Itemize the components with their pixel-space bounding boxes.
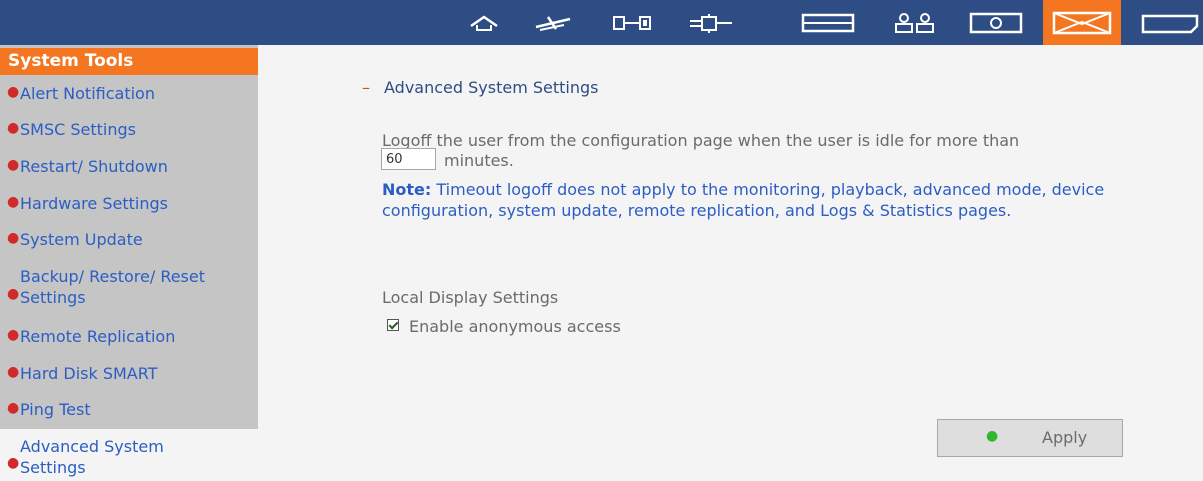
sidebar-item-remote-replication[interactable]: ● Remote Replication (0, 327, 258, 351)
top-toolbar (0, 0, 1203, 45)
sidebar-item-label: Hard Disk SMART (20, 364, 158, 383)
users-icon[interactable] (892, 10, 938, 36)
sidebar-title: System Tools (0, 48, 258, 75)
bullet-icon: ● (7, 455, 20, 471)
idle-logoff-text: Logoff the user from the configuration p… (382, 131, 1020, 150)
sidebar-item-label: Restart/ Shutdown (20, 157, 168, 176)
bullet-icon: ● (7, 120, 20, 136)
anonymous-access-checkbox[interactable] (387, 319, 399, 331)
sidebar-item-label: SMSC Settings (20, 120, 136, 139)
sidebar-item-label: Hardware Settings (20, 194, 168, 213)
note-text: Timeout logoff does not apply to the mon… (382, 180, 1105, 220)
sidebar-item-backup-restore-reset[interactable]: ● Backup/ Restore/ Reset Settings (0, 266, 248, 310)
bullet-icon: ● (7, 327, 20, 343)
sidebar-item-label: Remote Replication (20, 327, 176, 346)
storage-icon[interactable] (800, 10, 856, 36)
timeout-note: Note: Timeout logoff does not apply to t… (382, 179, 1122, 221)
network-icon[interactable] (533, 10, 573, 36)
bullet-icon: ● (7, 194, 20, 210)
bullet-icon: ● (7, 364, 20, 380)
apply-label: Apply (1042, 428, 1088, 447)
sidebar-item-system-update[interactable]: ● System Update (0, 230, 258, 254)
monitor-icon[interactable] (968, 10, 1024, 36)
status-dot-icon: ● (986, 428, 999, 444)
note-label: Note: (382, 180, 432, 199)
bullet-icon: ● (7, 400, 20, 416)
bullet-icon: ● (7, 286, 20, 302)
sidebar-item-label: Alert Notification (20, 84, 155, 103)
sidebar-item-smsc-settings[interactable]: ● SMSC Settings (0, 120, 258, 144)
sidebar-item-alert-notification[interactable]: ● Alert Notification (0, 84, 258, 108)
sidebar-item-label: Backup/ Restore/ Reset Settings (20, 267, 206, 307)
idle-unit-label: minutes. (444, 151, 514, 170)
sidebar-item-advanced-system-settings[interactable]: ● Advanced System Settings (0, 429, 258, 481)
bullet-icon: ● (7, 84, 20, 100)
main-panel: – Advanced System Settings Logoff the use… (258, 45, 1203, 481)
device-icon[interactable] (611, 10, 655, 36)
anonymous-access-label: Enable anonymous access (409, 317, 621, 336)
sidebar: System Tools ● Alert Notification ● SMSC… (0, 45, 258, 481)
sidebar-item-hardware-settings[interactable]: ● Hardware Settings (0, 194, 258, 218)
idle-minutes-input[interactable] (381, 148, 436, 170)
sidebar-item-restart-shutdown[interactable]: ● Restart/ Shutdown (0, 157, 258, 181)
sidebar-item-label: Advanced System Settings (20, 437, 164, 477)
section-title: Advanced System Settings (384, 78, 599, 97)
sidebar-item-label: System Update (20, 230, 143, 249)
home-icon[interactable] (466, 10, 502, 36)
plugin-icon[interactable] (687, 10, 735, 36)
sidebar-item-label: Ping Test (20, 400, 91, 419)
bullet-icon: ● (7, 230, 20, 246)
mail-icon[interactable] (1043, 0, 1121, 45)
sidebar-item-hard-disk-smart[interactable]: ● Hard Disk SMART (0, 364, 258, 388)
collapse-toggle[interactable]: – (362, 78, 370, 97)
section-header: – Advanced System Settings (362, 78, 599, 97)
sidebar-item-ping-test[interactable]: ● Ping Test (0, 400, 258, 424)
bullet-icon: ● (7, 157, 20, 173)
local-display-title: Local Display Settings (382, 288, 559, 307)
document-icon[interactable] (1139, 10, 1203, 36)
apply-button[interactable]: ● Apply (937, 419, 1123, 457)
